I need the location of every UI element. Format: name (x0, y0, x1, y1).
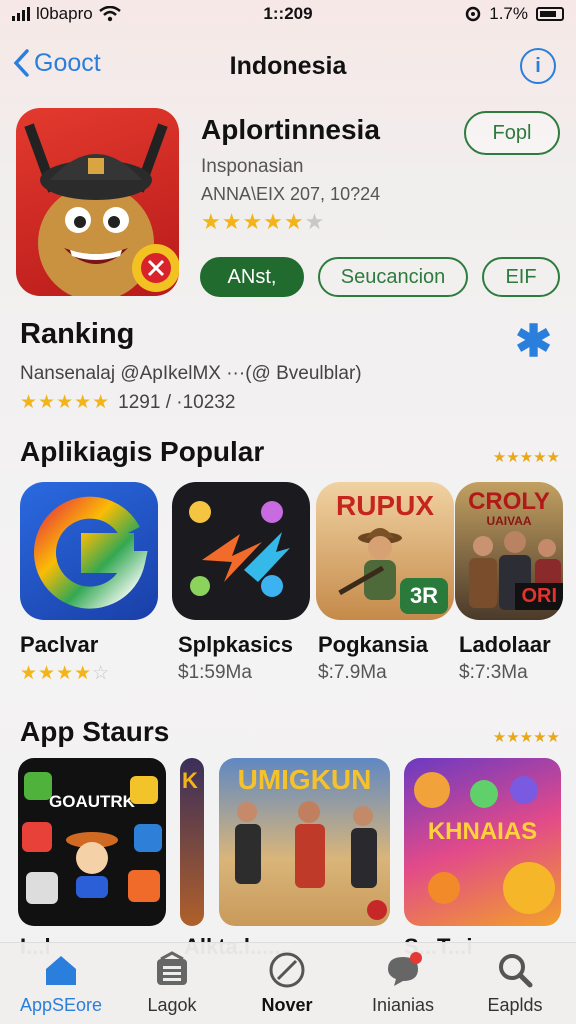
story-title: K (182, 768, 198, 793)
tab-nover[interactable]: Nover (232, 951, 342, 1016)
stories-section-title: App Staurs (20, 716, 170, 747)
app-rating-paclvar: ★★★★☆ (20, 663, 110, 684)
app-name-paclvar[interactable]: Paclvar (20, 632, 98, 658)
app-collage-illustration (22, 772, 162, 904)
app-name-pogkansia[interactable]: Pogkansia (318, 632, 428, 658)
app-tile-splpkasics[interactable] (172, 482, 310, 620)
tab-appstore[interactable]: AppSEore (6, 951, 116, 1016)
tab-label: Eaplds (487, 995, 543, 1015)
alarm-icon (466, 6, 481, 22)
app-tile-paclvar[interactable] (20, 482, 158, 620)
battery-percent: 1.7% (489, 4, 528, 23)
app-tile-ladolaar[interactable]: CROLY UAIVAA ORI (455, 482, 563, 620)
ranking-rating-text: 1291 / ·10232 (118, 391, 236, 413)
mascot-illustration (24, 123, 179, 296)
colorful-arrows-icon (189, 501, 290, 597)
get-button[interactable]: Fopl (464, 111, 560, 155)
info-button[interactable]: i (520, 48, 556, 84)
popular-section-title: Aplikiagis Popular (20, 436, 265, 467)
status-right: 1.7% (465, 4, 564, 24)
hero-app-subtitle: Insponasian (201, 156, 304, 177)
story-card-goautrk[interactable]: GOAUTRK (18, 758, 166, 926)
ranking-stars: ★★★★★ (20, 392, 111, 413)
page-title: Indonesia (229, 52, 347, 80)
google-g-icon (34, 496, 148, 609)
tab-eaplds[interactable]: Eaplds (460, 951, 570, 1016)
app-name-ladolaar[interactable]: Ladolaar (459, 632, 551, 658)
tab-label: Lagok (147, 995, 197, 1015)
tab-bar: AppSEore Lagok Nover Inianias Eaplds (0, 942, 576, 1024)
popular-section-stars: ★★★★★ (492, 449, 560, 466)
story-card-khnaias[interactable]: KHNAIAS (404, 758, 561, 926)
hero-app-meta: ANNA\EIX 207, 10?24 (201, 184, 381, 204)
battery-icon (536, 7, 564, 21)
navigation-bar: Gooct Indonesia i (0, 44, 576, 88)
status-bar: l0bapro 1::209 1.7% (0, 0, 576, 30)
tab-label: Inianias (371, 995, 435, 1015)
band-stage-illustration (235, 801, 387, 920)
tab-label: Nover (261, 995, 313, 1015)
ranking-title: Ranking (20, 318, 135, 350)
tile-badge: ORI (515, 583, 563, 610)
tab-lagok[interactable]: Lagok (117, 951, 227, 1016)
asterisk-icon[interactable]: ✱ (515, 320, 552, 364)
stories-section-stars: ★★★★★ (492, 729, 560, 746)
app-price-pogkansia: $:7.9Ma (318, 662, 387, 683)
slash-circle-icon (269, 952, 305, 988)
layers-icon (157, 951, 187, 985)
story-card-umigkun[interactable]: UMIGKUN (219, 758, 390, 926)
app-tile-pogkansia[interactable]: RUPUX 3R (316, 482, 454, 620)
hero-app-title: Aplortinnesia (201, 114, 380, 145)
app-price-ladolaar: $:7:3Ma (459, 662, 528, 683)
hero-info: Aplortinnesia Insponasian ANNA\EIX 207, … (201, 114, 461, 235)
ranking-rating: ★★★★★ 1291 / ·10232 (20, 391, 560, 414)
tab-label: AppSEore (19, 995, 103, 1015)
story-card-partial[interactable]: K (180, 758, 204, 926)
search-icon (499, 954, 533, 988)
hero-rating-stars: ★★★★★★ (201, 209, 326, 234)
hero-app-icon[interactable] (16, 108, 179, 296)
app-price-splpkasics: $1:59Ma (178, 662, 252, 683)
tab-inianias[interactable]: Inianias (348, 951, 458, 1016)
cartoon-animals-illustration (414, 772, 555, 914)
action-button-secondary[interactable]: Seucancion (318, 257, 468, 297)
ranking-subtitle: Nansenalaj @ApIkelMX ···(@ Bveulblar) (20, 363, 362, 384)
action-button-tertiary[interactable]: EIF (482, 257, 560, 297)
ranking-section: Ranking Nansenalaj @ApIkelMX ···(@ Bveul… (20, 318, 560, 414)
chat-bubble-icon (388, 952, 422, 986)
tile-badge: 3R (400, 578, 448, 614)
app-name-splpkasics[interactable]: Splpkasics (178, 632, 293, 658)
action-button-primary[interactable]: ANst, (200, 257, 304, 297)
home-icon (46, 956, 76, 985)
